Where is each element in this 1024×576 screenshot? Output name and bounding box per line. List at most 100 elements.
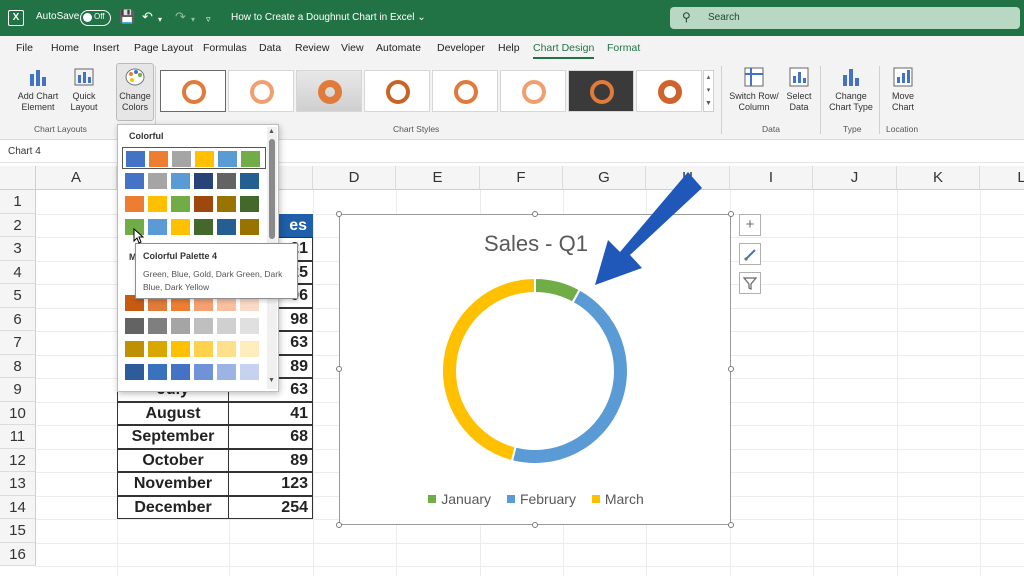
undo-dropdown-icon[interactable]: ▾	[158, 13, 162, 27]
search-box[interactable]: ⚲ Search	[670, 7, 1020, 29]
tab-file[interactable]: File	[16, 42, 33, 54]
doughnut-slice-march[interactable]	[441, 276, 536, 463]
colorful-palette-1[interactable]	[122, 147, 266, 169]
chart-legend[interactable]: January February March	[340, 491, 732, 507]
row-header-3[interactable]: 3	[0, 237, 36, 261]
resize-handle[interactable]	[728, 211, 734, 217]
resize-handle[interactable]	[728, 522, 734, 528]
doughnut-slice-january[interactable]	[534, 276, 582, 305]
add-chart-element-button[interactable]: Add Chart Element	[14, 66, 62, 113]
table-cell-value[interactable]: 123	[228, 472, 313, 496]
select-all-corner[interactable]	[0, 166, 36, 190]
resize-handle[interactable]	[336, 211, 342, 217]
row-header-7[interactable]: 7	[0, 331, 36, 355]
scroll-thumb[interactable]	[269, 139, 275, 239]
undo-icon[interactable]: ↶	[142, 10, 153, 24]
column-header-f[interactable]: F	[480, 166, 563, 190]
chart-filters-button[interactable]	[739, 272, 761, 294]
column-header-e[interactable]: E	[396, 166, 480, 190]
chart-style-5[interactable]	[432, 70, 498, 112]
resize-handle[interactable]	[336, 522, 342, 528]
tab-view[interactable]: View	[341, 42, 364, 54]
redo-dropdown-icon[interactable]: ▾	[191, 13, 195, 27]
table-cell-month[interactable]: September	[117, 425, 229, 449]
redo-icon[interactable]: ↷	[175, 10, 186, 24]
resize-handle[interactable]	[336, 366, 342, 372]
row-header-15[interactable]: 15	[0, 519, 36, 543]
switch-row-column-button[interactable]: Switch Row/ Column	[726, 66, 782, 113]
scroll-up-icon[interactable]: ▲	[268, 128, 275, 135]
row-header-4[interactable]: 4	[0, 260, 36, 284]
tab-format[interactable]: Format	[607, 42, 640, 54]
chart-style-4[interactable]	[364, 70, 430, 112]
tab-formulas[interactable]: Formulas	[203, 42, 247, 54]
table-cell-month[interactable]: December	[117, 495, 229, 519]
row-header-14[interactable]: 14	[0, 495, 36, 519]
row-header-12[interactable]: 12	[0, 448, 36, 472]
row-header-9[interactable]: 9	[0, 378, 36, 402]
chart-style-6[interactable]	[500, 70, 566, 112]
table-cell-month[interactable]: October	[117, 448, 229, 472]
tab-review[interactable]: Review	[295, 42, 329, 54]
monochromatic-palette-3[interactable]	[122, 338, 264, 360]
move-chart-button[interactable]: Move Chart	[884, 66, 922, 113]
chart-style-7[interactable]	[568, 70, 634, 112]
resize-handle[interactable]	[532, 211, 538, 217]
monochromatic-palette-4[interactable]	[122, 361, 264, 383]
tab-page-layout[interactable]: Page Layout	[134, 42, 193, 54]
monochromatic-palette-2[interactable]	[122, 315, 264, 337]
chart-styles-button[interactable]	[739, 243, 761, 265]
tab-chart-design[interactable]: Chart Design	[533, 42, 595, 59]
table-cell-value[interactable]: 254	[228, 495, 313, 519]
color-swatch	[217, 173, 236, 189]
tab-home[interactable]: Home	[51, 42, 79, 54]
table-cell-value[interactable]: 41	[228, 401, 313, 425]
tab-developer[interactable]: Developer	[437, 42, 485, 54]
name-box[interactable]: Chart 4	[8, 146, 41, 157]
tab-data[interactable]: Data	[259, 42, 281, 54]
chart-style-8[interactable]	[636, 70, 702, 112]
resize-handle[interactable]	[728, 366, 734, 372]
doughnut-slice-february[interactable]	[510, 288, 629, 465]
table-cell-month[interactable]: August	[117, 401, 229, 425]
autosave-toggle[interactable]: Off	[80, 10, 111, 26]
chart-style-3[interactable]	[296, 70, 362, 112]
row-header-2[interactable]: 2	[0, 213, 36, 237]
row-header-8[interactable]: 8	[0, 354, 36, 378]
change-colors-label-group[interactable]: Change Colors	[116, 66, 154, 113]
row-header-1[interactable]: 1	[0, 190, 36, 214]
row-header-13[interactable]: 13	[0, 472, 36, 496]
document-title[interactable]: How to Create a Doughnut Chart in Excel …	[231, 12, 426, 23]
tab-automate[interactable]: Automate	[376, 42, 421, 54]
column-header-a[interactable]: A	[36, 166, 117, 190]
colorful-palette-3[interactable]	[122, 193, 264, 215]
column-header-j[interactable]: J	[813, 166, 897, 190]
row-header-16[interactable]: 16	[0, 542, 36, 566]
row-header-6[interactable]: 6	[0, 307, 36, 331]
color-swatch	[195, 151, 214, 167]
chart-elements-button[interactable]: +	[739, 214, 761, 236]
column-header-i[interactable]: I	[730, 166, 813, 190]
chart-style-1[interactable]	[160, 70, 226, 112]
table-cell-value[interactable]: 89	[228, 448, 313, 472]
change-chart-type-button[interactable]: Change Chart Type	[826, 66, 876, 113]
table-cell-month[interactable]: November	[117, 472, 229, 496]
select-data-button[interactable]: Select Data	[783, 66, 815, 113]
column-header-d[interactable]: D	[313, 166, 396, 190]
resize-handle[interactable]	[532, 522, 538, 528]
customize-toolbar-icon[interactable]: ▿	[206, 12, 211, 26]
row-header-11[interactable]: 11	[0, 425, 36, 449]
colorful-palette-2[interactable]	[122, 170, 264, 192]
table-cell-value[interactable]: 68	[228, 425, 313, 449]
quick-layout-button[interactable]: Quick Layout	[64, 66, 104, 113]
row-header-5[interactable]: 5	[0, 284, 36, 308]
chart-styles-more-button[interactable]: ▴ ▾ ▼	[703, 70, 714, 112]
tab-insert[interactable]: Insert	[93, 42, 119, 54]
scroll-down-icon[interactable]: ▼	[268, 377, 275, 384]
column-header-l[interactable]: L	[980, 166, 1024, 190]
row-header-10[interactable]: 10	[0, 401, 36, 425]
column-header-k[interactable]: K	[897, 166, 980, 190]
save-icon[interactable]: 💾	[119, 10, 135, 24]
chart-style-2[interactable]	[228, 70, 294, 112]
tab-help[interactable]: Help	[498, 42, 520, 54]
